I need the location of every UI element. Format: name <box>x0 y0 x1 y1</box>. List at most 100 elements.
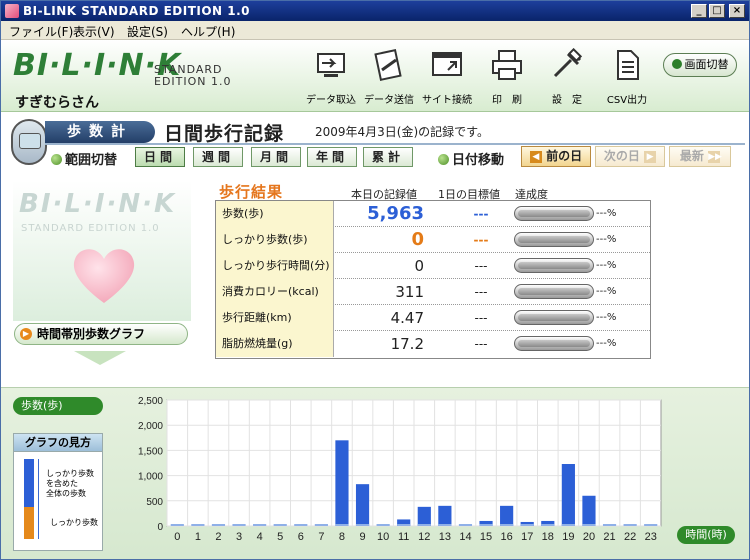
row-label: 脂肪燃焼量(g) <box>216 331 334 357</box>
green-dot-icon <box>438 154 449 165</box>
bar-baseline <box>644 524 658 526</box>
menu-settings[interactable]: 設定(S) <box>127 23 168 40</box>
y-tick-label: 2,500 <box>138 396 163 407</box>
bar-baseline <box>500 524 514 526</box>
csv-export-icon <box>617 50 639 80</box>
legend-bracket <box>38 459 39 539</box>
tab-cumulative[interactable]: 累計 <box>363 147 413 167</box>
achievement-bar <box>514 284 594 299</box>
bar-baseline <box>376 524 390 526</box>
settings-icon <box>553 47 583 78</box>
prev-day-button[interactable]: ◀ 前の日 <box>521 146 591 167</box>
brand-illustration: BI·L·I·N·K STANDARD EDITION 1.0 <box>13 181 191 321</box>
x-tick-label: 11 <box>398 531 409 543</box>
printer-icon <box>492 50 522 80</box>
site-connect-button[interactable]: サイト接続 <box>417 48 477 106</box>
bar <box>355 484 370 526</box>
csv-export-label: CSV出力 <box>606 95 648 106</box>
range-switch-text: 範囲切替 <box>65 153 118 168</box>
x-tick-label: 12 <box>418 531 430 543</box>
x-tick-label: 3 <box>236 531 242 543</box>
row-label: しっかり歩行時間(分) <box>216 253 334 279</box>
app-icon <box>5 4 19 18</box>
legend-total-bar <box>24 459 34 507</box>
x-tick-label: 7 <box>318 531 324 543</box>
bar <box>438 505 452 526</box>
maximize-button[interactable]: □ <box>709 4 725 18</box>
bar-baseline <box>417 524 431 526</box>
next-day-button[interactable]: 次の日 ▶ <box>595 146 665 167</box>
switch-screen-button[interactable]: 画面切替 <box>663 53 737 77</box>
bar-baseline <box>520 524 534 526</box>
bar <box>582 495 596 526</box>
row-goal: --- <box>474 337 488 351</box>
bar-baseline <box>397 524 411 526</box>
title-bar[interactable]: BI-LINK STANDARD EDITION 1.0 _ □ × <box>1 1 749 21</box>
date-move-text: 日付移動 <box>452 153 505 168</box>
close-button[interactable]: × <box>729 4 745 18</box>
latest-button[interactable]: 最新 ▶▶ <box>669 146 731 167</box>
x-tick-label: 2 <box>215 531 221 543</box>
row-label: 消費カロリー(kcal) <box>216 279 334 305</box>
app-window: BI-LINK STANDARD EDITION 1.0 _ □ × ファイル(… <box>0 0 750 560</box>
tab-monthly[interactable]: 月間 <box>251 147 301 167</box>
hourly-graph-button[interactable]: ▶ 時間帯別歩数グラフ <box>14 323 188 345</box>
x-tick-label: 18 <box>542 531 554 543</box>
tab-yearly[interactable]: 年間 <box>307 147 357 167</box>
table-row: 脂肪燃焼量(g) 17.2 --- ---% <box>216 331 650 357</box>
print-button[interactable]: 印 刷 <box>477 48 537 106</box>
row-label: しっかり歩数(歩) <box>216 227 334 253</box>
y-tick-label: 0 <box>157 522 163 533</box>
results-title: 歩行結果 <box>219 183 284 201</box>
y-tick-label: 1,000 <box>138 472 163 483</box>
bar <box>335 440 349 526</box>
row-goal: --- <box>474 311 488 325</box>
data-send-label: データ送信 <box>364 95 414 106</box>
row-value: 17.2 <box>390 335 424 353</box>
csv-export-button[interactable]: CSV出力 <box>597 48 657 106</box>
menu-view[interactable]: 表示(V) <box>73 23 115 40</box>
row-goal: --- <box>474 259 488 273</box>
next-day-label: 次の日 <box>603 149 640 163</box>
x-tick-label: 19 <box>562 531 574 543</box>
results-table: 歩数(歩) 5,963 --- ---% しっかり歩数(歩) 0 --- ---… <box>215 200 651 359</box>
down-arrow-icon <box>74 351 126 365</box>
row-rate: ---% <box>596 312 617 323</box>
green-dot-icon <box>51 154 62 165</box>
table-row: 歩行距離(km) 4.47 --- ---% <box>216 305 650 331</box>
y-tick-label: 2,000 <box>138 421 163 432</box>
row-value: 5,963 <box>367 203 424 224</box>
logo-edition-line-2: EDITION 1.0 <box>154 75 232 88</box>
green-dot-icon <box>671 59 682 69</box>
table-row: 歩数(歩) 5,963 --- ---% <box>216 201 650 227</box>
row-goal: --- <box>473 233 489 247</box>
tab-daily[interactable]: 日間 <box>135 147 185 167</box>
row-value: 311 <box>395 283 424 301</box>
x-tick-label: 23 <box>645 531 657 543</box>
user-name: すぎむらさん <box>15 95 99 111</box>
menu-file[interactable]: ファイル(F) <box>9 23 73 40</box>
achievement-bar <box>514 232 594 247</box>
arrow-right-icon: ▶ <box>20 328 32 340</box>
data-import-icon <box>317 53 345 77</box>
range-switch-label: 範囲切替 <box>51 149 117 168</box>
row-rate: ---% <box>596 234 617 245</box>
row-goal: --- <box>474 285 488 299</box>
menu-help[interactable]: ヘルプ(H) <box>181 23 235 40</box>
arrow-left-icon: ◀ <box>529 151 542 163</box>
tab-weekly[interactable]: 週間 <box>193 147 243 167</box>
arrow-right-icon: ▶ <box>644 151 657 163</box>
minimize-button[interactable]: _ <box>691 4 707 18</box>
y-tick-label: 500 <box>146 497 163 508</box>
bar <box>561 464 575 526</box>
bar-baseline <box>438 524 452 526</box>
settings-button[interactable]: 設 定 <box>537 47 597 106</box>
x-tick-label: 1 <box>195 531 201 543</box>
data-send-button[interactable]: データ送信 <box>359 48 419 106</box>
latest-label: 最新 <box>679 149 704 163</box>
data-import-button[interactable]: データ取込 <box>301 48 361 106</box>
date-move-label: 日付移動 <box>438 149 504 168</box>
x-tick-label: 10 <box>377 531 389 543</box>
heart-icon <box>73 249 135 303</box>
hourly-graph-label: 時間帯別歩数グラフ <box>37 327 146 341</box>
